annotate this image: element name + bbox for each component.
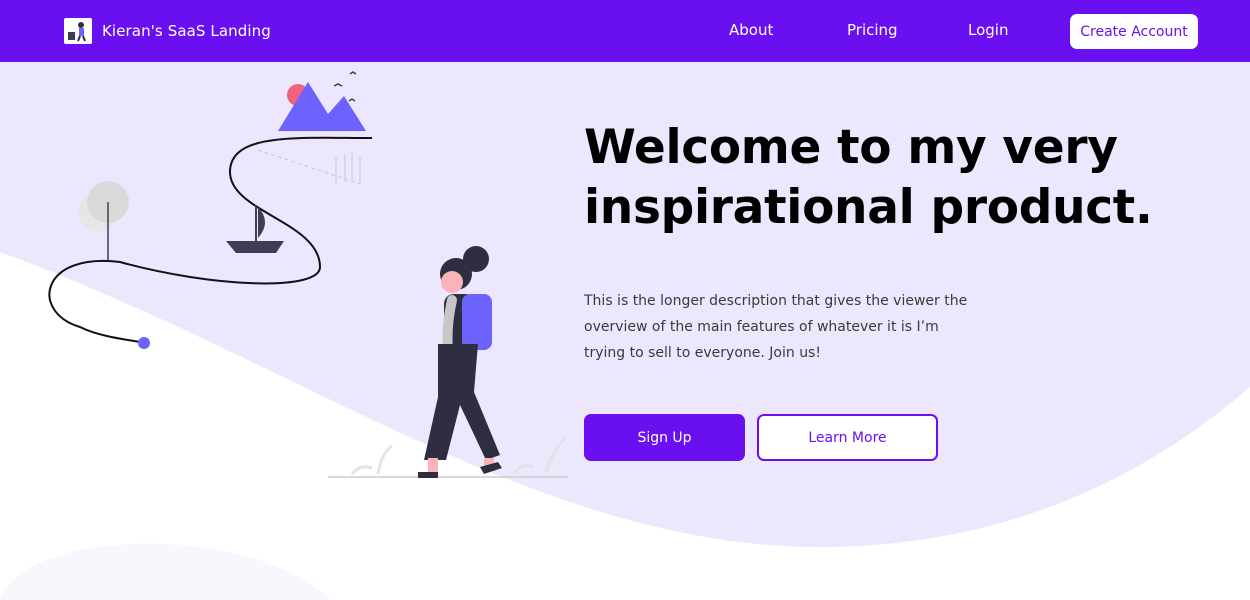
- hero-headline: Welcome to my very inspirational product…: [584, 120, 1153, 235]
- woman-figure: [418, 246, 502, 478]
- backpack-shape: [462, 294, 492, 350]
- top-navbar: Kieran's SaaS Landing About Pricing Logi…: [0, 0, 1250, 62]
- nav-link-login[interactable]: Login: [968, 21, 1008, 39]
- learn-more-button[interactable]: Learn More: [757, 414, 938, 461]
- brand-name: Kieran's SaaS Landing: [102, 22, 271, 40]
- sign-up-button[interactable]: Sign Up: [584, 414, 745, 461]
- traveler-logo-icon: [64, 18, 92, 44]
- hero-illustration: [48, 71, 568, 478]
- sailboat-shape: [226, 241, 284, 253]
- create-account-button[interactable]: Create Account: [1070, 14, 1198, 49]
- winding-path: [48, 136, 373, 343]
- path-end-dot: [138, 337, 150, 349]
- nav-link-pricing[interactable]: Pricing: [847, 21, 898, 39]
- brand[interactable]: Kieran's SaaS Landing: [64, 18, 271, 44]
- hero-description: This is the longer description that give…: [584, 293, 968, 361]
- nav-link-about[interactable]: About: [729, 21, 773, 39]
